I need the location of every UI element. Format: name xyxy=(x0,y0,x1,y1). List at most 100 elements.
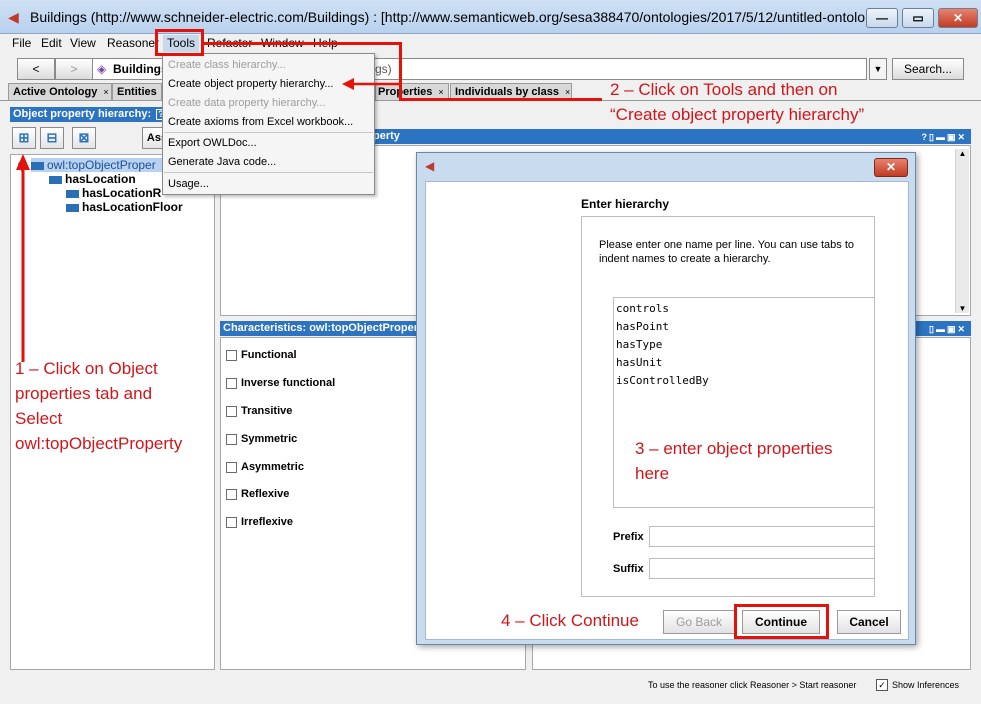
functional-checkbox[interactable] xyxy=(226,350,237,361)
inverse-functional-checkbox[interactable] xyxy=(226,378,237,389)
asymmetric-checkbox[interactable] xyxy=(226,462,237,473)
delete-property-icon[interactable]: ⊠ xyxy=(72,127,96,149)
menu-file[interactable]: File xyxy=(8,35,35,52)
functional-label: Functional xyxy=(241,349,297,361)
tree-label: hasLocation xyxy=(65,172,136,186)
hierarchy-line: hasType xyxy=(616,338,663,351)
asymmetric-label: Asymmetric xyxy=(241,461,304,473)
menu-separator xyxy=(164,172,373,173)
maximize-button[interactable]: ▭ xyxy=(902,8,934,28)
symmetric-checkbox[interactable] xyxy=(226,434,237,445)
window-title: Buildings (http://www.schneider-electric… xyxy=(30,9,866,25)
annotation-step-4: 4 – Click Continue xyxy=(501,611,639,630)
symmetric-label: Symmetric xyxy=(241,433,298,445)
panel-window-controls-icon[interactable]: ?▯▬▣✕ xyxy=(922,130,968,144)
tab-label: Active Ontology xyxy=(13,86,98,98)
irreflexive-label: Irreflexive xyxy=(241,516,293,528)
menu-item-usage[interactable]: Usage... xyxy=(168,178,209,190)
menu-separator xyxy=(164,132,373,133)
menu-edit[interactable]: Edit xyxy=(37,35,66,52)
tab-close-icon[interactable]: × xyxy=(565,87,570,97)
tab-active-ontology[interactable]: Active Ontology × xyxy=(8,83,112,101)
transitive-label: Transitive xyxy=(241,405,293,417)
ontology-dropdown-button[interactable]: ▼ xyxy=(869,58,887,80)
tab-close-icon[interactable]: × xyxy=(103,87,108,97)
hierarchy-line: isControlledBy xyxy=(616,374,709,387)
close-window-button[interactable]: ✕ xyxy=(938,8,978,28)
tab-close-icon[interactable]: × xyxy=(438,87,443,97)
title-bar: ◀ Buildings (http://www.schneider-electr… xyxy=(0,0,981,34)
tree-label: owl:topObjectProper xyxy=(47,158,156,172)
tree-item-has-location-floor[interactable]: hasLocationFloor xyxy=(66,200,183,214)
cancel-button[interactable]: Cancel xyxy=(837,610,901,634)
ontology-label: Buildings xyxy=(113,62,168,76)
status-text: To use the reasoner click Reasoner > Sta… xyxy=(648,680,857,690)
inverse-functional-label: Inverse functional xyxy=(241,377,336,389)
characteristics-header: Characteristics: owl:topObjectPropert xyxy=(220,321,416,336)
go-back-button[interactable]: Go Back xyxy=(663,610,735,634)
forward-button[interactable]: > xyxy=(55,58,93,80)
menu-item-generate-java-code[interactable]: Generate Java code... xyxy=(168,156,276,168)
tree-item-has-location-room[interactable]: hasLocationRoom xyxy=(66,186,161,200)
tree-item-has-location[interactable]: hasLocation xyxy=(49,172,136,186)
menu-item-create-axioms-from-excel[interactable]: Create axioms from Excel workbook... xyxy=(168,116,353,128)
reflexive-label: Reflexive xyxy=(241,488,290,500)
annotation-line: here xyxy=(635,464,670,483)
add-subproperty-icon[interactable]: ⊞ xyxy=(12,127,36,149)
reflexive-checkbox[interactable] xyxy=(226,489,237,500)
ontology-iri-fragment: gs) xyxy=(375,62,392,76)
description-header: ▯▬▣✕ xyxy=(916,321,971,336)
dialog-app-icon: ◀ xyxy=(425,159,435,173)
search-button[interactable]: Search... xyxy=(892,58,964,80)
menu-item-create-class-hierarchy[interactable]: Create class hierarchy... xyxy=(168,59,286,71)
menu-item-export-owldoc[interactable]: Export OWLDoc... xyxy=(168,137,257,149)
status-bar: To use the reasoner click Reasoner > Sta… xyxy=(0,675,981,704)
annotation-line: 2 – Click on Tools and then on xyxy=(610,80,838,99)
annotation-connector xyxy=(399,42,402,101)
tools-menu-dropdown: Create class hierarchy... Create object … xyxy=(162,53,375,195)
annotation-line: 3 – enter object properties xyxy=(635,439,833,458)
hierarchy-line: hasPoint xyxy=(616,320,669,333)
annotation-step-2: 2 – Click on Tools and then on “Create o… xyxy=(610,77,864,127)
enter-hierarchy-dialog: ◀ ✕ Enter hierarchy Please enter one nam… xyxy=(416,152,916,645)
menu-item-create-object-property-hierarchy[interactable]: Create object property hierarchy... xyxy=(168,78,333,90)
annotation-line: owl:topObjectProperty xyxy=(15,434,183,453)
scroll-up-icon[interactable]: ▲ xyxy=(956,149,969,158)
annotation-step-1: 1 – Click on Object properties tab and S… xyxy=(15,356,182,456)
menu-item-create-data-property-hierarchy[interactable]: Create data property hierarchy... xyxy=(168,97,326,109)
back-button[interactable]: < xyxy=(17,58,55,80)
dialog-close-button[interactable]: ✕ xyxy=(874,158,908,177)
vertical-scrollbar[interactable]: ▲ ▼ xyxy=(955,149,969,313)
panel-title: Object property hierarchy: xyxy=(13,108,152,120)
panel-window-controls-icon[interactable]: ▯▬▣✕ xyxy=(929,322,967,336)
annotation-line: “Create object property hierarchy” xyxy=(610,105,865,124)
menu-bar: File Edit View Reasoner Tools Refactor W… xyxy=(0,34,981,53)
transitive-checkbox[interactable] xyxy=(226,406,237,417)
annotation-line: Select xyxy=(15,409,63,428)
ontology-icon: ◈ xyxy=(97,62,107,76)
minimize-button[interactable]: — xyxy=(866,8,898,28)
show-inferences-checkbox[interactable]: ✓ xyxy=(876,679,888,691)
tab-label: Individuals by class xyxy=(455,86,559,98)
menu-view[interactable]: View xyxy=(66,35,100,52)
annotation-line: properties tab and xyxy=(15,384,153,403)
annotation-arrow-icon xyxy=(16,154,30,362)
tree-item-top-object-property[interactable]: owl:topObjectProper xyxy=(31,158,164,172)
object-property-hierarchy-header: Object property hierarchy: ? xyxy=(10,107,162,122)
tab-entities[interactable]: Entities xyxy=(112,83,162,101)
add-sibling-property-icon[interactable]: ⊟ xyxy=(40,127,64,149)
hierarchy-line: hasUnit xyxy=(616,356,663,369)
suffix-input[interactable] xyxy=(649,558,875,579)
irreflexive-checkbox[interactable] xyxy=(226,517,237,528)
prefix-input[interactable] xyxy=(649,526,875,547)
protege-app-icon: ◀ xyxy=(8,9,19,25)
annotation-step-3: 3 – enter object properties here xyxy=(635,436,833,486)
scroll-down-icon[interactable]: ▼ xyxy=(956,304,969,313)
hierarchy-line: controls xyxy=(616,302,669,315)
annotation-connector xyxy=(204,42,402,45)
prefix-label: Prefix xyxy=(613,531,644,543)
show-inferences-label: Show Inferences xyxy=(892,680,960,690)
suffix-label: Suffix xyxy=(613,563,644,575)
dialog-heading: Enter hierarchy xyxy=(581,197,670,211)
annotation-line: 1 – Click on Object xyxy=(15,359,158,378)
